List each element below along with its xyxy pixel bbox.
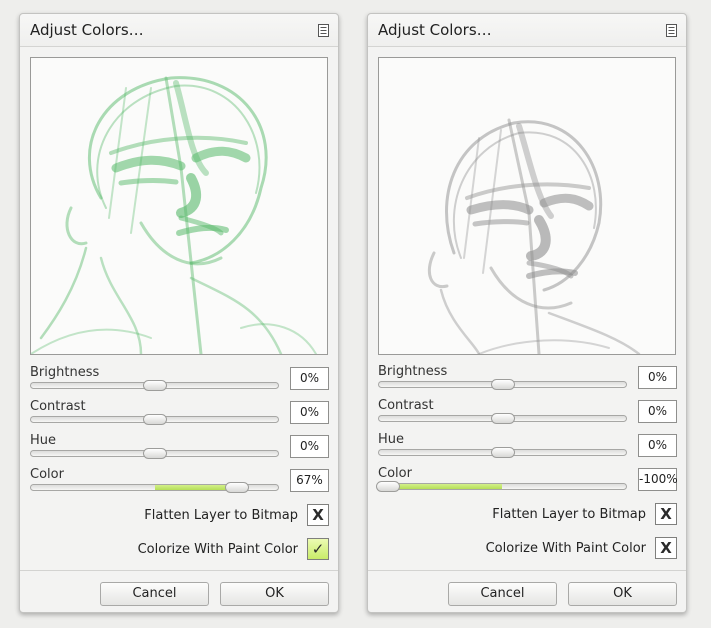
preview-image (30, 57, 328, 355)
brightness-value[interactable]: 0% (638, 366, 677, 389)
contrast-value[interactable]: 0% (638, 400, 677, 423)
brightness-value[interactable]: 0% (290, 367, 329, 390)
panel-titlebar[interactable]: Adjust Colors… (20, 14, 338, 47)
hue-label: Hue (30, 433, 57, 448)
brightness-slider[interactable] (378, 379, 627, 390)
panel-titlebar[interactable]: Adjust Colors… (368, 14, 686, 47)
menu-icon[interactable] (666, 24, 677, 37)
ok-button[interactable]: OK (220, 582, 329, 606)
contrast-slider[interactable] (378, 413, 627, 424)
flatten-layer-checkbox[interactable]: X (655, 503, 677, 525)
colorize-paint-checkbox[interactable]: X (655, 537, 677, 559)
panel-title: Adjust Colors… (378, 21, 492, 39)
footer-divider (368, 570, 686, 571)
color-label: Color (378, 466, 412, 481)
colorize-paint-label: Colorize With Paint Color (137, 542, 298, 557)
colorize-paint-label: Colorize With Paint Color (485, 541, 646, 556)
flatten-layer-checkbox[interactable]: X (307, 504, 329, 526)
adjust-colors-panel-right: Adjust Colors… Brightness 0% Contrast 0%… (367, 13, 687, 613)
color-value[interactable]: 67% (290, 469, 329, 492)
colorize-paint-checkbox[interactable]: ✓ (307, 538, 329, 560)
hue-slider[interactable] (378, 447, 627, 458)
brightness-label: Brightness (378, 364, 448, 379)
contrast-slider[interactable] (30, 414, 279, 425)
hue-label: Hue (378, 432, 405, 447)
contrast-label: Contrast (378, 398, 434, 413)
sketch-strokes (31, 76, 317, 354)
sketch-drawing (428, 118, 641, 354)
panel-title: Adjust Colors… (30, 21, 144, 39)
menu-icon[interactable] (318, 24, 329, 37)
hue-value[interactable]: 0% (290, 435, 329, 458)
flatten-layer-label: Flatten Layer to Bitmap (492, 507, 646, 522)
sketch-drawing (31, 76, 317, 354)
color-label: Color (30, 467, 64, 482)
hue-slider[interactable] (30, 448, 279, 459)
slider-thumb[interactable] (490, 447, 515, 458)
contrast-label: Contrast (30, 399, 86, 414)
slider-thumb[interactable] (142, 448, 167, 459)
slider-thumb[interactable] (142, 380, 167, 391)
flatten-layer-label: Flatten Layer to Bitmap (144, 508, 298, 523)
sketch-strokes (428, 118, 641, 354)
slider-thumb[interactable] (490, 413, 515, 424)
ok-button[interactable]: OK (568, 582, 677, 606)
slider-thumb[interactable] (225, 482, 250, 493)
color-slider[interactable] (30, 482, 279, 493)
slider-thumb[interactable] (375, 481, 400, 492)
slider-fill (387, 484, 503, 489)
preview-image (378, 57, 676, 355)
cancel-button[interactable]: Cancel (448, 582, 557, 606)
color-slider[interactable] (375, 481, 627, 492)
slider-thumb[interactable] (490, 379, 515, 390)
cancel-button[interactable]: Cancel (100, 582, 209, 606)
slider-thumb[interactable] (142, 414, 167, 425)
color-value[interactable]: -100% (638, 468, 678, 491)
brightness-slider[interactable] (30, 380, 279, 391)
adjust-colors-panel-left: Adjust Colors… Brightness 0% Contrast 0%… (19, 13, 339, 613)
footer-divider (20, 570, 338, 571)
contrast-value[interactable]: 0% (290, 401, 329, 424)
hue-value[interactable]: 0% (638, 434, 677, 457)
brightness-label: Brightness (30, 365, 100, 380)
